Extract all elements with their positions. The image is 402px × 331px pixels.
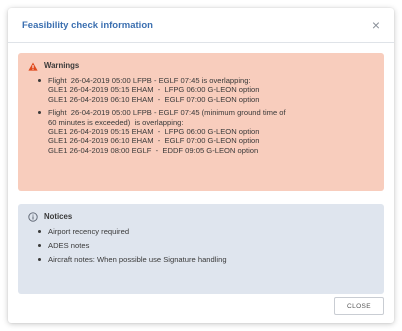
- info-circle-icon: [28, 212, 38, 222]
- bullet: [38, 258, 41, 261]
- bullet: [38, 230, 41, 233]
- warning-line: 60 minutes is exceeded) is overlapping:: [48, 117, 184, 127]
- warning-item: Flight 26-04-2019 05:00 LFPB - EGLF 07:4…: [28, 76, 374, 104]
- dialog-header: Feasibility check information ×: [8, 8, 394, 43]
- notice-text: Airport recency required: [48, 227, 130, 236]
- close-button[interactable]: CLOSE: [334, 297, 384, 315]
- warning-line: GLE1 26-04-2019 06:10 EHAM - EGLF 07:00 …: [48, 136, 260, 146]
- notice-text: ADES notes: [48, 241, 90, 250]
- warning-item: Flight 26-04-2019 05:00 LFPB - EGLF 07:4…: [28, 108, 374, 155]
- warning-line: GLE1 26-04-2019 05:15 EHAM - LFPG 06:00 …: [48, 127, 260, 137]
- bullet: [38, 244, 41, 247]
- notice-item: Airport recency required: [28, 227, 374, 238]
- feasibility-dialog: Feasibility check information × Warnings…: [8, 8, 394, 323]
- notice-item: ADES notes: [28, 241, 374, 252]
- bullet: [38, 111, 41, 115]
- warning-line: GLE1 26-04-2019 05:15 EHAM - LFPG 06:00 …: [48, 85, 260, 95]
- notices-panel: Notices Airport recency required ADES no…: [18, 204, 384, 294]
- notices-heading: Notices: [44, 212, 73, 222]
- bullet: [38, 79, 41, 82]
- warning-line: Flight 26-04-2019 05:00 LFPB - EGLF 07:4…: [48, 108, 286, 118]
- notice-text: Aircraft notes: When possible use Signat…: [48, 255, 227, 264]
- warning-triangle-icon: [28, 62, 38, 71]
- warnings-heading: Warnings: [44, 61, 80, 71]
- warning-line: GLE1 26-04-2019 08:00 EGLF - EDDF 09:05 …: [48, 145, 259, 155]
- warnings-panel: Warnings Flight 26-04-2019 05:00 LFPB - …: [18, 53, 384, 191]
- warning-line: GLE1 26-04-2019 06:10 EHAM - EGLF 07:00 …: [48, 94, 260, 104]
- dialog-title: Feasibility check information: [22, 20, 153, 31]
- notice-item: Aircraft notes: When possible use Signat…: [28, 255, 374, 266]
- close-icon[interactable]: ×: [368, 17, 384, 33]
- warning-line: Flight 26-04-2019 05:00 LFPB - EGLF 07:4…: [48, 76, 251, 85]
